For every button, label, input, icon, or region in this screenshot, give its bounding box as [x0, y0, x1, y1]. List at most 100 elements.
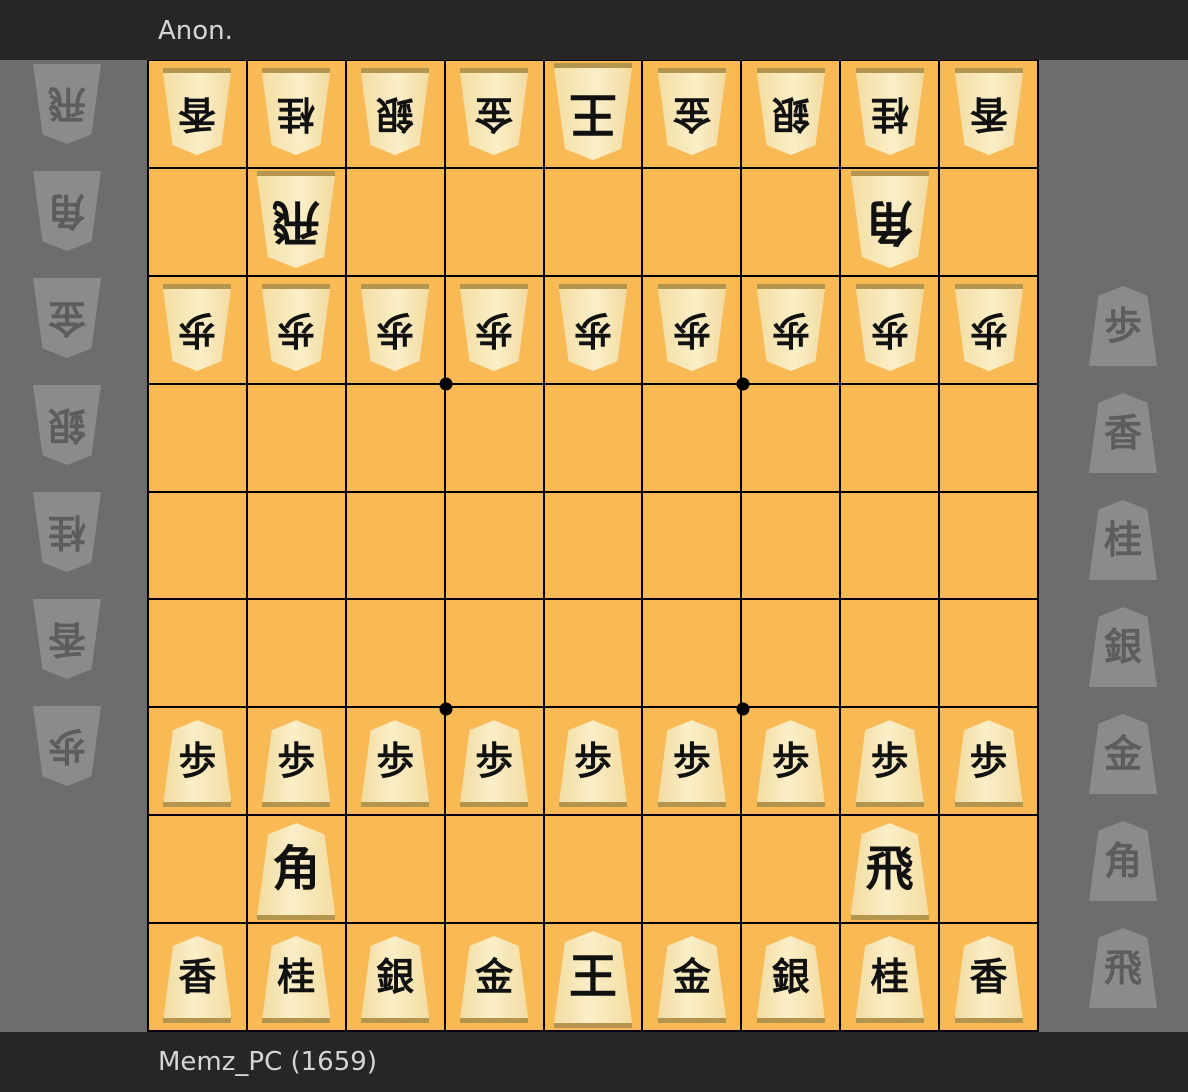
sente-piece[interactable]: 歩: [361, 720, 430, 808]
board-square[interactable]: [643, 600, 743, 709]
board-square[interactable]: 歩: [346, 708, 446, 817]
board-square[interactable]: 香: [149, 924, 248, 1032]
board-square[interactable]: [346, 600, 446, 709]
sente-piece[interactable]: 王: [553, 931, 632, 1029]
sente-piece[interactable]: 桂: [855, 936, 924, 1024]
board-square[interactable]: [445, 384, 545, 493]
gote-piece[interactable]: 桂: [262, 73, 330, 155]
board-square[interactable]: [544, 816, 644, 925]
gote-piece[interactable]: 香: [955, 73, 1023, 155]
board-square[interactable]: 歩: [445, 276, 545, 385]
board-square[interactable]: 銀: [346, 924, 446, 1032]
board-square[interactable]: 角: [247, 816, 347, 925]
gote-piece[interactable]: 角: [851, 176, 929, 268]
sente-piece[interactable]: 歩: [855, 720, 924, 808]
sente-piece[interactable]: 飛: [850, 823, 929, 921]
sente-hand-piece[interactable]: 飛: [1089, 928, 1157, 1008]
board-square[interactable]: 王: [544, 924, 644, 1032]
gote-piece[interactable]: 歩: [361, 289, 429, 371]
board-square[interactable]: [445, 816, 545, 925]
board-square[interactable]: 王: [544, 61, 644, 169]
board-square[interactable]: [841, 600, 941, 709]
board-square[interactable]: [445, 600, 545, 709]
board-square[interactable]: 歩: [643, 708, 743, 817]
board-square[interactable]: 金: [445, 924, 545, 1032]
gote-piece[interactable]: 金: [658, 73, 726, 155]
board-square[interactable]: 香: [940, 61, 1039, 169]
board-square[interactable]: 歩: [742, 708, 842, 817]
sente-piece[interactable]: 桂: [262, 936, 331, 1024]
board-square[interactable]: [544, 384, 644, 493]
sente-piece[interactable]: 歩: [657, 720, 726, 808]
sente-hand-piece[interactable]: 金: [1089, 714, 1157, 794]
board-square[interactable]: [544, 492, 644, 601]
sente-piece[interactable]: 歩: [558, 720, 627, 808]
board-square[interactable]: [940, 168, 1039, 277]
board-square[interactable]: [940, 600, 1039, 709]
board-square[interactable]: [544, 600, 644, 709]
board-square[interactable]: 歩: [742, 276, 842, 385]
board-square[interactable]: [940, 816, 1039, 925]
sente-hand-piece[interactable]: 歩: [1089, 286, 1157, 366]
board-square[interactable]: 金: [643, 924, 743, 1032]
board-square[interactable]: 香: [940, 924, 1039, 1032]
board-square[interactable]: 金: [445, 61, 545, 169]
board-square[interactable]: 歩: [149, 276, 248, 385]
board-square[interactable]: 角: [841, 168, 941, 277]
sente-hand-piece[interactable]: 香: [1089, 393, 1157, 473]
board-square[interactable]: 歩: [346, 276, 446, 385]
board-square[interactable]: 銀: [742, 61, 842, 169]
board-square[interactable]: [346, 168, 446, 277]
gote-piece[interactable]: 香: [163, 73, 231, 155]
board-square[interactable]: [742, 168, 842, 277]
board-square[interactable]: 銀: [742, 924, 842, 1032]
board-square[interactable]: 歩: [841, 276, 941, 385]
board-square[interactable]: 香: [149, 61, 248, 169]
gote-piece[interactable]: 歩: [658, 289, 726, 371]
gote-piece[interactable]: 桂: [856, 73, 924, 155]
gote-piece[interactable]: 歩: [856, 289, 924, 371]
board-square[interactable]: 歩: [149, 708, 248, 817]
gote-piece[interactable]: 金: [460, 73, 528, 155]
board-square[interactable]: [643, 492, 743, 601]
board-square[interactable]: [940, 492, 1039, 601]
board-square[interactable]: 歩: [544, 276, 644, 385]
board-square[interactable]: 歩: [247, 708, 347, 817]
gote-piece[interactable]: 銀: [361, 73, 429, 155]
gote-hand-piece[interactable]: 金: [33, 278, 101, 358]
sente-hand-piece[interactable]: 桂: [1089, 500, 1157, 580]
board-square[interactable]: 歩: [940, 276, 1039, 385]
board-square[interactable]: 桂: [247, 924, 347, 1032]
gote-piece[interactable]: 歩: [757, 289, 825, 371]
board-square[interactable]: [445, 492, 545, 601]
board-square[interactable]: [247, 492, 347, 601]
board-square[interactable]: [742, 816, 842, 925]
board-square[interactable]: 桂: [247, 61, 347, 169]
board-square[interactable]: 飛: [247, 168, 347, 277]
sente-piece[interactable]: 歩: [460, 720, 529, 808]
board-square[interactable]: 歩: [247, 276, 347, 385]
sente-piece[interactable]: 金: [657, 936, 726, 1024]
gote-hand-piece[interactable]: 歩: [33, 706, 101, 786]
board-square[interactable]: [149, 816, 248, 925]
board-square[interactable]: 歩: [445, 708, 545, 817]
sente-piece[interactable]: 金: [460, 936, 529, 1024]
board-square[interactable]: [346, 816, 446, 925]
board-square[interactable]: [643, 168, 743, 277]
board-square[interactable]: 歩: [544, 708, 644, 817]
sente-piece[interactable]: 歩: [163, 720, 232, 808]
sente-piece[interactable]: 歩: [954, 720, 1023, 808]
board-square[interactable]: [643, 384, 743, 493]
board-square[interactable]: 歩: [940, 708, 1039, 817]
board-square[interactable]: [841, 492, 941, 601]
board-square[interactable]: [346, 384, 446, 493]
board-square[interactable]: [247, 384, 347, 493]
gote-piece[interactable]: 歩: [460, 289, 528, 371]
board-square[interactable]: 飛: [841, 816, 941, 925]
sente-piece[interactable]: 歩: [262, 720, 331, 808]
sente-piece[interactable]: 銀: [756, 936, 825, 1024]
gote-piece[interactable]: 歩: [163, 289, 231, 371]
board-square[interactable]: 金: [643, 61, 743, 169]
board-square[interactable]: [544, 168, 644, 277]
gote-hand-piece[interactable]: 角: [33, 171, 101, 251]
